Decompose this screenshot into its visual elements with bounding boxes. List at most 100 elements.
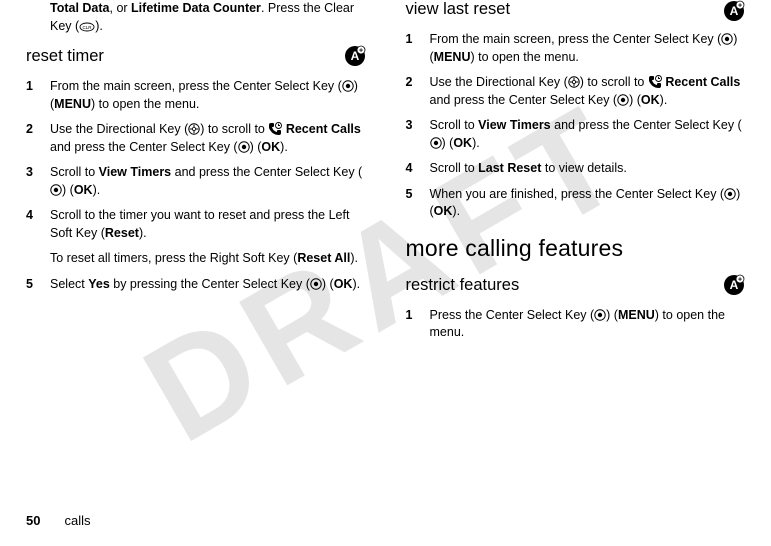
body-text: Use the Directional Key (: [50, 122, 188, 136]
step-body: When you are finished, press the Center …: [430, 186, 746, 221]
ok-label: OK: [641, 93, 660, 107]
right-column: view last reset A+ 1 From the main scree…: [406, 0, 746, 490]
step-number: 5: [406, 186, 418, 221]
menu-label: MENU: [618, 308, 655, 322]
body-text: and press the Center Select Key (: [430, 93, 618, 107]
body-text: ).: [660, 93, 668, 107]
body-text: ) (: [606, 308, 618, 322]
body-text: , or: [110, 1, 132, 15]
body-text: ).: [352, 277, 360, 291]
view-timers-label: View Timers: [99, 165, 172, 179]
page-footer: 50calls: [26, 513, 90, 528]
body-text: ) (: [629, 93, 641, 107]
body-text: and press the Center Select Key (: [171, 165, 362, 179]
body-text: ).: [95, 19, 103, 33]
step-5: 5 When you are finished, press the Cente…: [406, 186, 746, 221]
directional-key-icon: [188, 123, 200, 135]
feature-a-plus-icon: A+: [723, 274, 745, 296]
step-number: 4: [26, 207, 38, 242]
recent-calls-icon: [648, 75, 662, 89]
ok-label: OK: [334, 277, 353, 291]
recent-calls-label: Recent Calls: [286, 122, 361, 136]
step-4: 4 Scroll to the timer you want to reset …: [26, 207, 366, 242]
svg-text:+: +: [738, 276, 742, 283]
step-number: 3: [406, 117, 418, 152]
menu-label: MENU: [434, 50, 471, 64]
center-select-key-icon: [594, 309, 606, 321]
body-text: to view details.: [541, 161, 626, 175]
feature-a-plus-icon: A+: [344, 45, 366, 67]
center-select-key-icon: [617, 94, 629, 106]
bold-text: Total Data: [50, 1, 110, 15]
body-text: ).: [139, 226, 147, 240]
step-body: Scroll to View Timers and press the Cent…: [430, 117, 746, 152]
step-number: 4: [406, 160, 418, 178]
recent-calls-label: Recent Calls: [665, 75, 740, 89]
last-reset-label: Last Reset: [478, 161, 541, 175]
body-text: Scroll to: [430, 118, 479, 132]
step-5: 5 Select Yes by pressing the Center Sele…: [26, 276, 366, 294]
page-columns: Total Data, or Lifetime Data Counter. Pr…: [0, 0, 771, 490]
body-text: From the main screen, press the Center S…: [430, 32, 722, 46]
center-select-key-icon: [50, 184, 62, 196]
body-text: ).: [280, 140, 288, 154]
step-number: 1: [26, 78, 38, 113]
reset-label: Reset: [105, 226, 139, 240]
body-text: and press the Center Select Key (: [50, 140, 238, 154]
body-text: Scroll to: [50, 165, 99, 179]
step-number: 2: [406, 74, 418, 109]
step-1: 1 From the main screen, press the Center…: [26, 78, 366, 113]
yes-label: Yes: [88, 277, 110, 291]
body-text: ).: [93, 183, 101, 197]
step-1: 1 From the main screen, press the Center…: [406, 31, 746, 66]
svg-text:+: +: [738, 3, 742, 10]
ok-label: OK: [434, 204, 453, 218]
body-text: Press the Center Select Key (: [430, 308, 595, 322]
center-select-key-icon: [721, 33, 733, 45]
reset-all-label: Reset All: [297, 251, 350, 265]
center-select-key-icon: [310, 278, 322, 290]
step-2: 2 Use the Directional Key ( ) to scroll t…: [406, 74, 746, 109]
step-4-para: To reset all timers, press the Right Sof…: [50, 250, 366, 268]
bold-text: Lifetime Data Counter: [131, 1, 261, 15]
body-text: ) (: [442, 136, 454, 150]
body-text: ) to scroll to: [580, 75, 648, 89]
section-heading: reset timer: [26, 47, 104, 66]
body-text: ) (: [322, 277, 334, 291]
body-text: ) (: [250, 140, 262, 154]
body-text: When you are finished, press the Center …: [430, 187, 725, 201]
step-body: Use the Directional Key () to scroll to …: [50, 121, 366, 156]
body-text: ).: [472, 136, 480, 150]
step-number: 3: [26, 164, 38, 199]
body-text: Scroll to: [430, 161, 479, 175]
body-text: From the main screen, press the Center S…: [50, 79, 342, 93]
svg-text:CLR: CLR: [83, 25, 93, 30]
step-body: Use the Directional Key () to scroll to …: [430, 74, 746, 109]
body-text: ) to open the menu.: [470, 50, 578, 64]
heading-row: reset timer A+: [26, 39, 366, 70]
chapter-heading: more calling features: [406, 235, 746, 262]
step-4: 4 Scroll to Last Reset to view details.: [406, 160, 746, 178]
step-body: Select Yes by pressing the Center Select…: [50, 276, 366, 294]
step-body: From the main screen, press the Center S…: [430, 31, 746, 66]
step-number: 1: [406, 31, 418, 66]
heading-row: restrict features A+: [406, 268, 746, 299]
center-select-key-icon: [238, 141, 250, 153]
body-text: ).: [350, 251, 358, 265]
body-text: ) to scroll to: [200, 122, 268, 136]
step-1: 1 Press the Center Select Key () (MENU) …: [406, 307, 746, 342]
step-3: 3 Scroll to View Timers and press the Ce…: [26, 164, 366, 199]
body-text: Use the Directional Key (: [430, 75, 568, 89]
step-2: 2 Use the Directional Key () to scroll t…: [26, 121, 366, 156]
left-column: Total Data, or Lifetime Data Counter. Pr…: [26, 0, 366, 490]
section-heading: restrict features: [406, 276, 520, 295]
ok-label: OK: [453, 136, 472, 150]
step-body: From the main screen, press the Center S…: [50, 78, 366, 113]
step-body: Press the Center Select Key () (MENU) to…: [430, 307, 746, 342]
body-text: and press the Center Select Key (: [551, 118, 742, 132]
menu-label: MENU: [54, 97, 91, 111]
intro-paragraph: Total Data, or Lifetime Data Counter. Pr…: [50, 0, 366, 35]
view-timers-label: View Timers: [478, 118, 551, 132]
footer-section: calls: [64, 513, 90, 528]
svg-text:+: +: [358, 48, 362, 55]
